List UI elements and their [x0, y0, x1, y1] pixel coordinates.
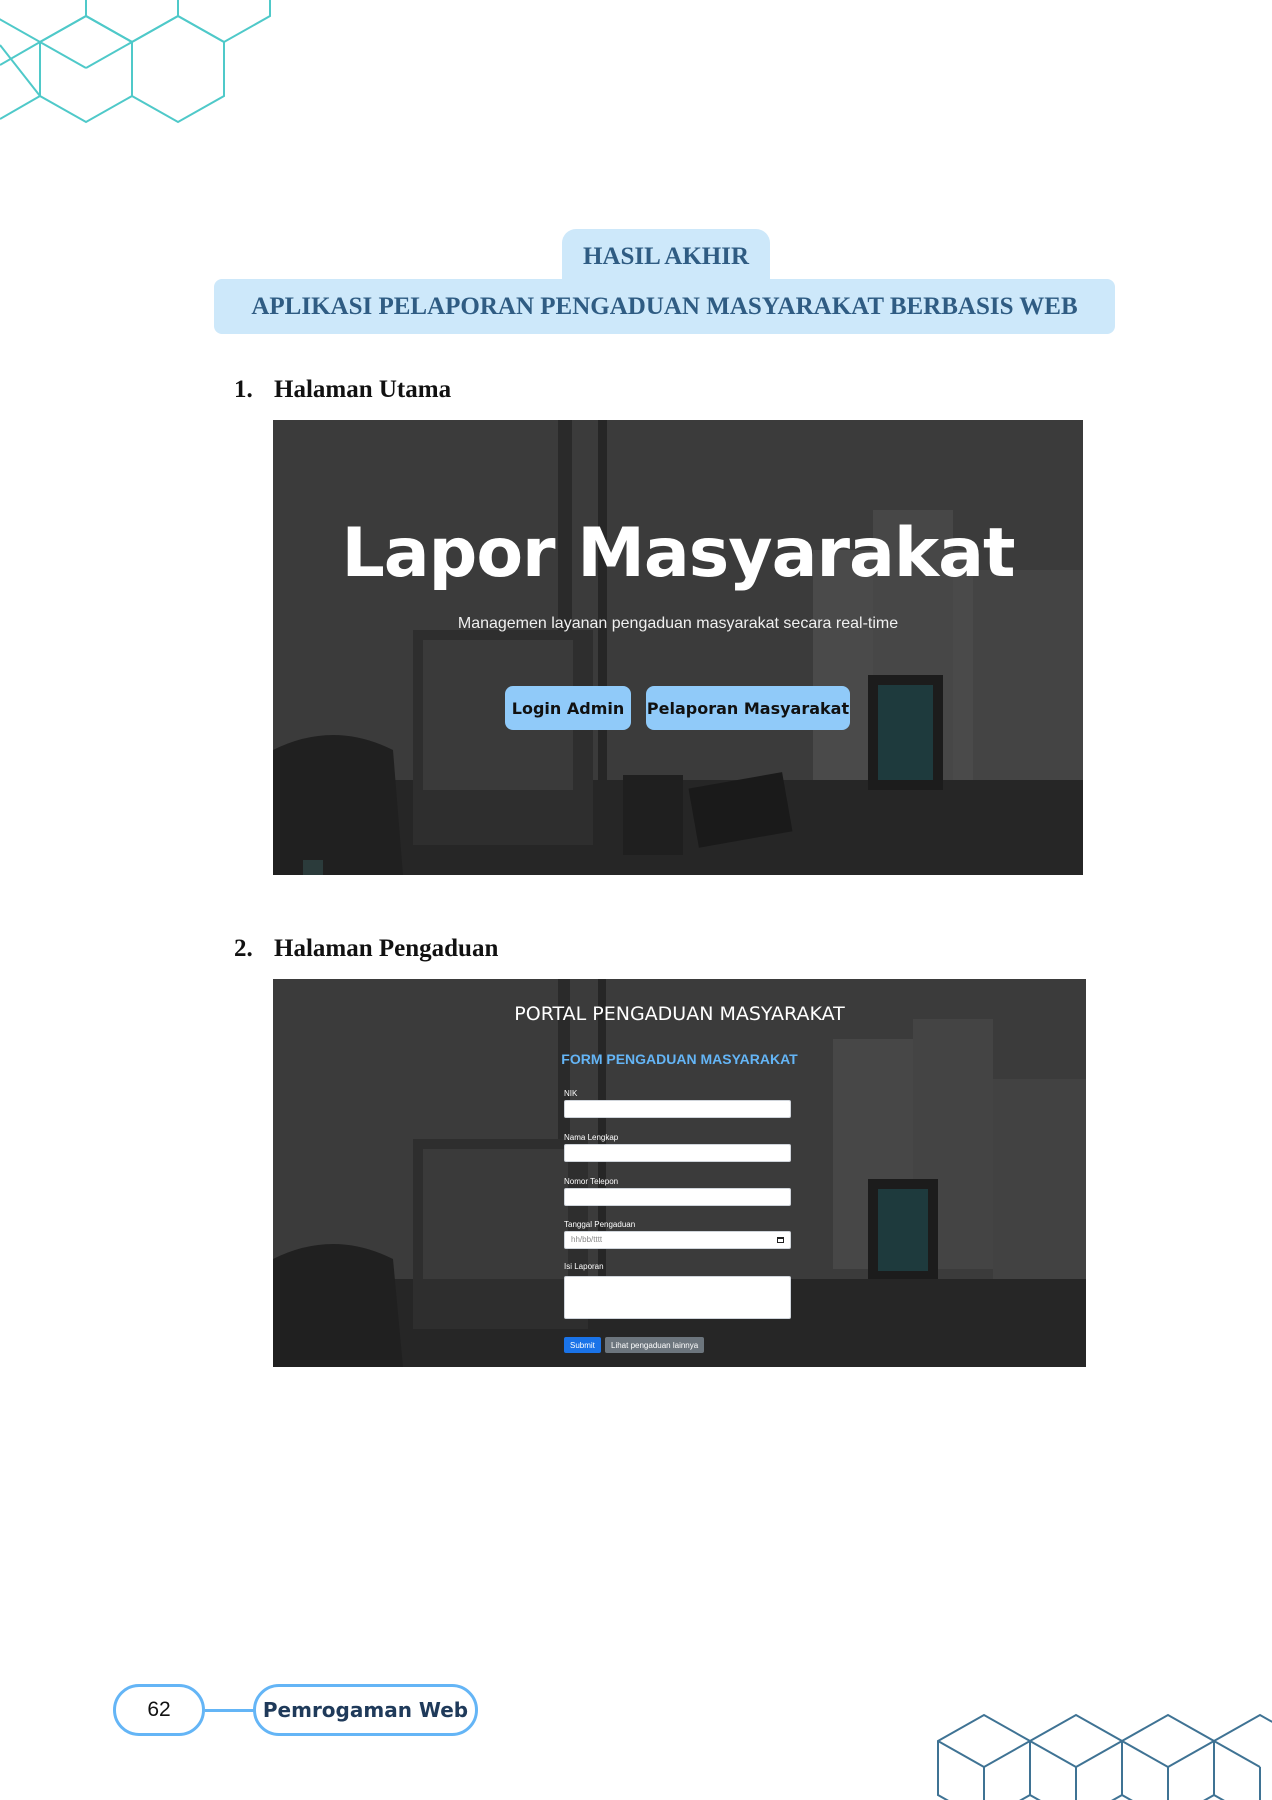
section-heading-halaman-pengaduan: 2. Halaman Pengaduan	[234, 935, 498, 963]
hexagon-pattern-top-left	[0, 0, 271, 124]
pelaporan-masyarakat-button[interactable]: Pelaporan Masyarakat	[646, 686, 850, 730]
hexagon-pattern-bottom-right	[937, 1713, 1272, 1800]
section-heading-halaman-utama: 1. Halaman Utama	[234, 376, 451, 404]
nik-label: NIK	[564, 1089, 578, 1098]
section-title: Halaman Pengaduan	[274, 935, 499, 962]
footer-connector-line	[205, 1709, 255, 1712]
nomor-telepon-input[interactable]	[564, 1188, 791, 1206]
nama-lengkap-input[interactable]	[564, 1144, 791, 1162]
section-title: Halaman Utama	[274, 376, 452, 403]
submit-button[interactable]: Submit	[564, 1337, 601, 1353]
tanggal-pengaduan-input[interactable]: hh/bb/tttt	[564, 1231, 791, 1249]
form-title: FORM PENGADUAN MASYARAKAT	[561, 1051, 798, 1067]
nama-lengkap-label: Nama Lengkap	[564, 1133, 619, 1142]
complaint-page-screenshot: PORTAL PENGADUAN MASYARAKAT FORM PENGADU…	[273, 979, 1086, 1367]
portal-title: PORTAL PENGADUAN MASYARAKAT	[514, 1003, 845, 1025]
lihat-pengaduan-button[interactable]: Lihat pengaduan lainnya	[605, 1337, 705, 1353]
isi-laporan-textarea[interactable]	[564, 1276, 791, 1319]
home-page-screenshot: Lapor Masyarakat Managemen layanan penga…	[273, 420, 1083, 875]
app-title-banner: APLIKASI PELAPORAN PENGADUAN MASYARAKAT …	[214, 279, 1115, 334]
tanggal-pengaduan-label: Tanggal Pengaduan	[564, 1220, 636, 1229]
hero-title: Lapor Masyarakat	[341, 514, 1015, 593]
date-placeholder: hh/bb/tttt	[571, 1235, 603, 1244]
book-title-badge: Pemrogaman Web	[253, 1684, 478, 1736]
section-number: 1.	[234, 376, 253, 403]
section-number: 2.	[234, 935, 253, 962]
login-admin-button[interactable]: Login Admin	[505, 686, 631, 730]
nik-input[interactable]	[564, 1100, 791, 1118]
nomor-telepon-label: Nomor Telepon	[564, 1177, 619, 1186]
isi-laporan-label: Isi Laporan	[564, 1262, 604, 1271]
office-background-image	[273, 420, 1083, 875]
calendar-icon[interactable]	[777, 1237, 784, 1243]
hero-subtitle: Managemen layanan pengaduan masyarakat s…	[457, 615, 899, 632]
page-number: 62	[113, 1684, 205, 1736]
hasil-akhir-tab: HASIL AKHIR	[562, 229, 770, 283]
